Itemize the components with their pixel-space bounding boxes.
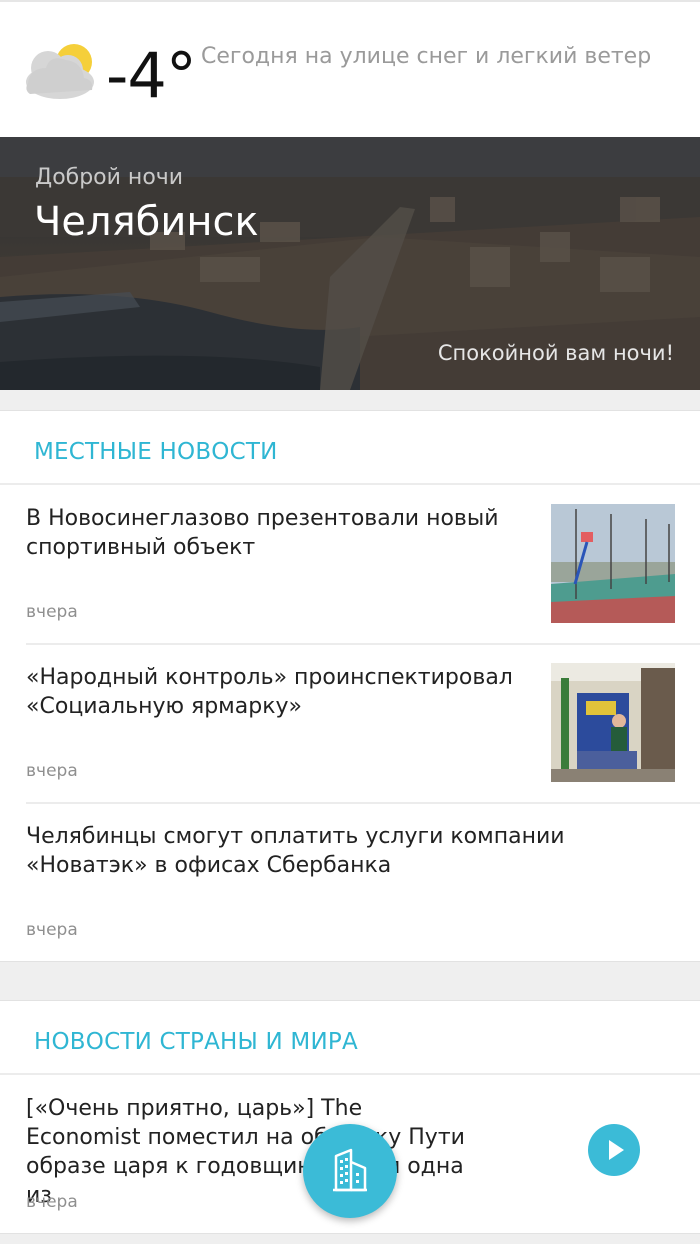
section-title-world[interactable]: НОВОСТИ СТРАНЫ И МИРА [34, 1029, 358, 1055]
news-item[interactable]: Челябинцы смогут оплатить услуги компани… [0, 822, 700, 962]
news-date: вчера [26, 761, 78, 781]
news-thumbnail[interactable] [551, 663, 675, 782]
city-banner: Доброй ночи Челябинск Спокойной вам ночи… [0, 137, 700, 390]
cloud-sun-icon [26, 44, 94, 99]
wish-text: Спокойной вам ночи! [437, 341, 674, 365]
news-date: вчера [26, 920, 78, 940]
section-divider [0, 483, 700, 485]
weather-description: Сегодня на улице снег и легкий ветер [201, 44, 652, 69]
news-date: вчера [26, 1192, 78, 1212]
section-title-local[interactable]: МЕСТНЫЕ НОВОСТИ [34, 439, 278, 465]
news-date: вчера [26, 602, 78, 622]
section-divider [0, 1073, 700, 1075]
news-item[interactable]: «Народный контроль» проинспектировал «Со… [0, 663, 700, 803]
temperature: -4° [106, 39, 197, 112]
news-item[interactable]: В Новосинеглазово презентовали новый спо… [0, 504, 700, 644]
row-divider [26, 802, 700, 804]
play-button[interactable] [588, 1124, 640, 1176]
local-news-card: МЕСТНЫЕ НОВОСТИ В Новосинеглазово презен… [0, 410, 700, 962]
news-title[interactable]: Челябинцы смогут оплатить услуги компани… [26, 822, 676, 880]
row-divider [26, 643, 700, 645]
buildings-icon [333, 1148, 367, 1192]
news-title[interactable]: «Народный контроль» проинспектировал «Со… [26, 663, 536, 721]
play-icon [609, 1140, 624, 1160]
news-title[interactable]: В Новосинеглазово презентовали новый спо… [26, 504, 536, 562]
city-fab-button[interactable] [303, 1124, 397, 1218]
weather-panel: -4° Сегодня на улице снег и легкий ветер [0, 0, 700, 137]
greeting-text: Доброй ночи [35, 165, 184, 190]
news-title[interactable]: [«Очень приятно, царь»] The Economist по… [26, 1094, 466, 1210]
news-thumbnail[interactable] [551, 504, 675, 623]
city-name: Челябинск [34, 199, 259, 245]
